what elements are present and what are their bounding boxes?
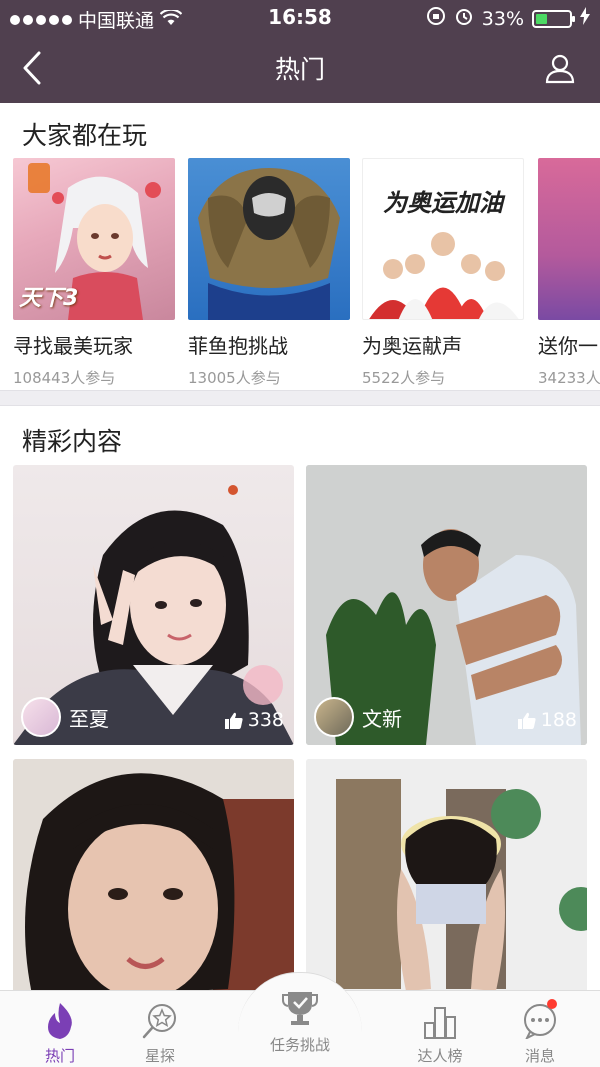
content-card[interactable]: 文新 188 <box>306 465 587 745</box>
nav-bar: 热门 <box>0 34 600 103</box>
like-count[interactable]: 338 <box>224 709 284 731</box>
tab-label: 热门 <box>44 1047 75 1065</box>
charging-icon <box>580 7 590 30</box>
challenge-name: 寻找最美玩家 <box>13 334 133 358</box>
battery-icon <box>532 9 575 28</box>
status-bar: 中国联通 16:58 33% <box>0 0 600 34</box>
featured-section-title: 精彩内容 <box>22 427 123 456</box>
star-search-icon <box>142 1004 176 1039</box>
challenge-thumbnail: 天下3 <box>13 158 175 320</box>
like-count-value: 188 <box>540 709 577 731</box>
flame-icon <box>48 1003 72 1039</box>
tab-star-search[interactable]: 星探 <box>120 999 200 1066</box>
avatar <box>21 697 61 737</box>
like-count-value: 338 <box>247 709 284 731</box>
challenge-participants: 108443人参与 <box>13 369 116 387</box>
content-card[interactable]: 至夏 338 <box>13 465 294 745</box>
popular-section-title: 大家都在玩 <box>22 121 148 150</box>
challenge-participants: 13005人参与 <box>188 369 281 387</box>
status-right: 33% <box>426 6 590 31</box>
section-divider <box>0 390 600 406</box>
challenge-thumbnail <box>188 158 350 320</box>
challenge-card[interactable]: 为奥运加油 为奥运献声 5522人参与 <box>362 158 524 388</box>
author-name: 文新 <box>362 706 402 731</box>
page-title: 热门 <box>274 55 325 84</box>
thumbs-up-icon <box>224 712 243 729</box>
user-icon <box>545 54 575 84</box>
profile-button[interactable] <box>538 46 582 90</box>
avatar <box>314 697 354 737</box>
challenge-card[interactable]: 菲鱼抱挑战 13005人参与 <box>188 158 350 388</box>
like-count[interactable]: 188 <box>517 709 577 731</box>
challenge-name: 为奥运献声 <box>362 334 462 358</box>
notification-badge <box>547 999 557 1009</box>
swimmer-image <box>198 168 340 320</box>
tab-label: 达人榜 <box>417 1047 463 1065</box>
author-name: 至夏 <box>69 706 109 731</box>
trophy-icon <box>282 992 318 1025</box>
card-author[interactable]: 文新 <box>314 697 402 737</box>
thumbs-up-icon <box>517 712 536 729</box>
bar-chart-icon <box>424 1007 456 1039</box>
game-logo-text: 天下3 <box>19 286 79 311</box>
challenge-participants: 5522人参与 <box>362 369 446 387</box>
tab-talent-rank[interactable]: 达人榜 <box>400 999 480 1066</box>
rotation-lock-icon <box>426 6 446 31</box>
athletes-image <box>369 232 519 319</box>
tab-label: 星探 <box>144 1047 175 1065</box>
top-bar: 中国联通 16:58 33% 热门 <box>0 0 600 103</box>
tab-label: 任务挑战 <box>269 1036 330 1054</box>
challenge-participants: 34233人 <box>538 369 600 387</box>
card-author[interactable]: 至夏 <box>21 697 109 737</box>
tab-label: 消息 <box>524 1047 555 1065</box>
tab-task-challenge[interactable]: 任务挑战 <box>260 988 340 1055</box>
alarm-icon <box>454 6 474 31</box>
challenge-carousel[interactable]: 天下3 寻找最美玩家 108443人参与 菲鱼抱挑战 13005人参与 为奥运加… <box>0 158 600 388</box>
challenge-thumbnail: 为奥运加油 <box>362 158 524 320</box>
battery-percent: 33% <box>481 7 524 30</box>
challenge-name: 菲鱼抱挑战 <box>188 334 288 358</box>
tab-hot[interactable]: 热门 <box>20 999 100 1066</box>
challenge-card[interactable]: 天下3 寻找最美玩家 108443人参与 <box>13 158 175 388</box>
tab-messages[interactable]: 消息 <box>500 999 580 1066</box>
challenge-name: 送你一 <box>538 334 598 358</box>
challenge-card[interactable]: 送你一 34233人 <box>538 158 600 388</box>
challenge-thumbnail <box>538 158 600 320</box>
